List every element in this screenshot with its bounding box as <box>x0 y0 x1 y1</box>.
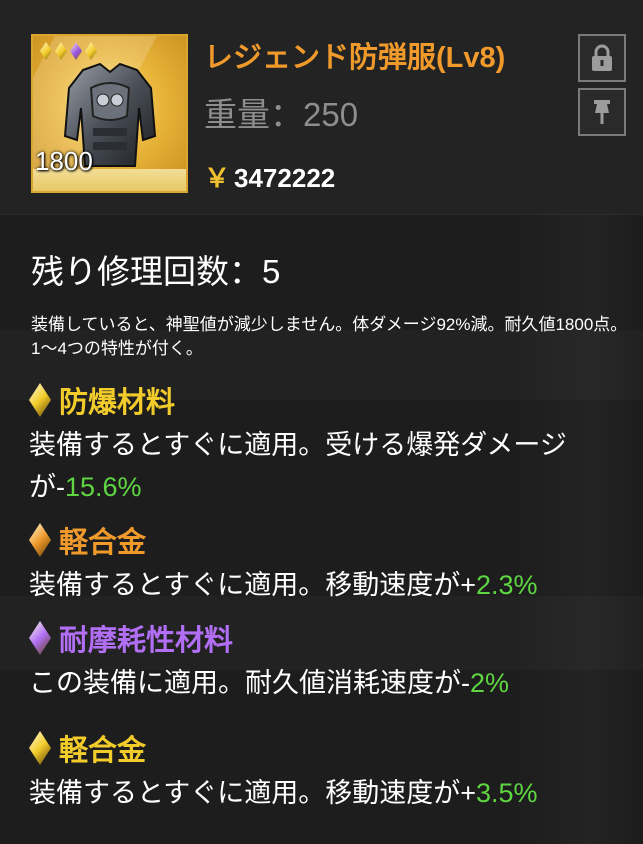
item-name: レジェンド防弾服(Lv8) <box>204 42 506 74</box>
trait-block: 防爆材料 装備するとすぐに適用。受ける爆発ダメージが-15.6% <box>29 380 629 508</box>
price-value: 3472222 <box>234 163 336 193</box>
trait-block: 軽合金 装備するとすぐに適用。移動速度が+3.5% <box>29 728 629 814</box>
trait-title: 耐摩耗性材料 <box>29 618 629 658</box>
item-thumbnail: 1800 <box>31 34 188 193</box>
trait-description: 装備するとすぐに適用。移動速度が+3.5% <box>29 778 538 808</box>
trait-value: 15.6% <box>65 472 142 502</box>
durability-value: 1800 <box>35 146 93 176</box>
trait-description: この装備に適用。耐久値消耗速度が-2% <box>29 668 510 698</box>
lock-button[interactable] <box>578 34 626 82</box>
trait-gem-icon <box>29 621 51 655</box>
trait-gem-icon <box>29 523 51 557</box>
trait-title: 軽合金 <box>29 728 629 768</box>
trait-gem-icon <box>29 383 51 417</box>
item-description: 装備していると、神聖値が減少しません。体ダメージ92%減。耐久値1800点。1〜… <box>31 315 628 358</box>
trait-block: 軽合金 装備するとすぐに適用。移動速度が+2.3% <box>29 520 629 606</box>
rarity-gem-icon <box>40 42 52 60</box>
pin-button[interactable] <box>578 88 626 136</box>
item-weight: 重量：250 <box>204 96 359 133</box>
yen-icon: ￥ <box>204 163 231 193</box>
item-tooltip-panel: 1800 レジェンド防弾服(Lv8) 重量：250 ￥ 3472222 残り修理回… <box>0 0 643 844</box>
trait-block: 耐摩耗性材料 この装備に適用。耐久値消耗速度が-2% <box>29 618 629 704</box>
repair-count: 残り修理回数：5 <box>31 253 281 290</box>
lock-icon <box>592 44 612 71</box>
trait-value: 2.3% <box>475 570 538 600</box>
pin-icon <box>594 100 610 124</box>
item-header: 1800 レジェンド防弾服(Lv8) 重量：250 ￥ 3472222 <box>0 0 643 215</box>
trait-title: 軽合金 <box>29 520 629 560</box>
trait-description: 装備するとすぐに適用。受ける爆発ダメージが-15.6% <box>29 430 567 502</box>
trait-value: 3.5% <box>475 778 538 808</box>
trait-value: 2% <box>470 668 510 698</box>
trait-description: 装備するとすぐに適用。移動速度が+2.3% <box>29 570 538 600</box>
trait-gem-icon <box>29 731 51 765</box>
item-price: ￥ 3472222 <box>204 158 335 195</box>
trait-title: 防爆材料 <box>29 380 629 420</box>
